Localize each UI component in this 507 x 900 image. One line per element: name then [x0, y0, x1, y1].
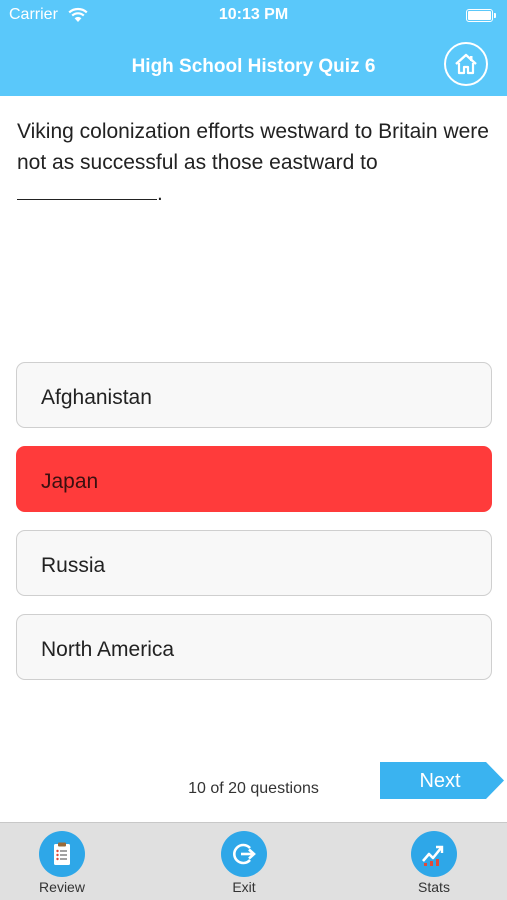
page-title: High School History Quiz 6 [131, 56, 376, 77]
answer-label: Russia [41, 554, 106, 577]
status-time: 10:13 PM [218, 6, 289, 23]
tab-label: Review [39, 879, 85, 895]
tab-label: Exit [232, 879, 256, 895]
review-icon [39, 831, 85, 877]
home-button[interactable] [444, 42, 488, 86]
next-button[interactable]: Next [380, 762, 504, 799]
home-icon [455, 53, 477, 75]
answer-option-russia[interactable]: Russia [16, 530, 492, 596]
tab-stats[interactable]: Stats [394, 831, 474, 899]
answer-list: Afghanistan Japan Russia North America [16, 362, 492, 698]
battery-icon [466, 9, 496, 22]
status-bar: Carrier 10:13 PM [0, 0, 507, 30]
question-body: Viking colonization efforts westward to … [17, 120, 489, 174]
tab-label: Stats [418, 879, 450, 895]
exit-icon [221, 831, 267, 877]
answer-option-afghanistan[interactable]: Afghanistan [16, 362, 492, 428]
header: Carrier 10:13 PM High School History Qui… [0, 0, 507, 96]
answer-blank [17, 178, 157, 200]
answer-label: Afghanistan [41, 386, 152, 409]
question-period: . [157, 182, 163, 205]
tab-review[interactable]: Review [22, 831, 102, 899]
answer-label: North America [41, 638, 175, 661]
tab-bar: Review Exit Stats [0, 822, 507, 900]
tab-exit[interactable]: Exit [204, 831, 284, 899]
answer-option-north-america[interactable]: North America [16, 614, 492, 680]
answer-label: Japan [41, 470, 99, 493]
next-label: Next [419, 770, 461, 792]
answer-option-japan[interactable]: Japan [16, 446, 492, 512]
stats-icon [411, 831, 457, 877]
question-text: Viking colonization efforts westward to … [17, 116, 492, 209]
